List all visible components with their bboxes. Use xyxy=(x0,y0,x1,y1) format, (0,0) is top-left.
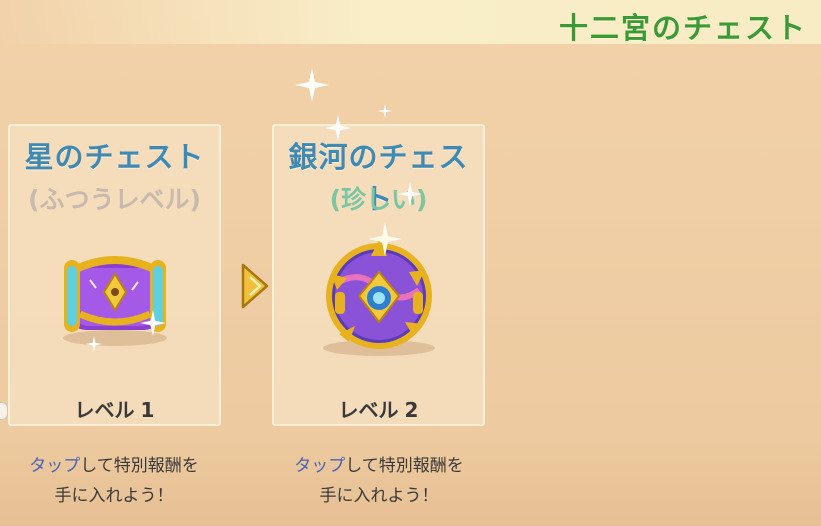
title-banner: 十二宮のチェスト xyxy=(0,0,821,45)
caption-line-2: 手に入れよう！ xyxy=(54,486,174,506)
caption-line-1: タップして特別報酬を xyxy=(259,451,499,481)
level-value: 2 xyxy=(404,398,419,422)
tap-instruction: タップして特別報酬を 手に入れよう！ xyxy=(0,451,234,511)
caption-text: して特別報酬を xyxy=(80,456,199,476)
chest-level: レベル 1 xyxy=(10,394,219,423)
tap-word: タップ xyxy=(29,456,81,476)
tap-instruction: タップして特別報酬を 手に入れよう！ xyxy=(259,451,499,511)
star-chest-image xyxy=(10,230,219,370)
sparkle-icon xyxy=(378,104,392,118)
screen-title: 十二宮のチェスト xyxy=(558,11,807,45)
sparkle-icon xyxy=(140,310,166,336)
galaxy-chest-card[interactable]: 銀河のチェスト (珍しい) レベル 2 xyxy=(272,124,485,426)
level-label: レベル xyxy=(74,398,135,422)
chest-rarity: (ふつうレベル) xyxy=(28,185,201,214)
level-label: レベル xyxy=(338,398,399,422)
upgrade-arrow-icon xyxy=(240,262,270,310)
star-chest-card[interactable]: 星のチェスト (ふつうレベル) レベル 1 xyxy=(8,124,221,426)
zodiac-chest-screen: 十二宮のチェスト 星のチェスト (ふつうレベル) レベル 1 銀河のチェスト (… xyxy=(0,0,821,526)
sparkle-icon xyxy=(398,182,422,206)
sparkle-icon xyxy=(86,336,102,352)
chest-rarity: (珍しい) xyxy=(329,185,428,214)
side-scroll-handle[interactable] xyxy=(0,402,8,420)
caption-line-1: タップして特別報酬を xyxy=(0,451,234,481)
sparkle-icon xyxy=(325,115,351,141)
sparkle-icon xyxy=(295,68,329,102)
tap-word: タップ xyxy=(294,456,346,476)
chest-level: レベル 2 xyxy=(274,394,483,423)
sparkle-icon xyxy=(368,222,402,256)
chest-name: 星のチェスト xyxy=(24,140,205,174)
level-value: 1 xyxy=(140,398,155,422)
caption-text: して特別報酬を xyxy=(345,456,464,476)
caption-line-2: 手に入れよう！ xyxy=(319,486,439,506)
